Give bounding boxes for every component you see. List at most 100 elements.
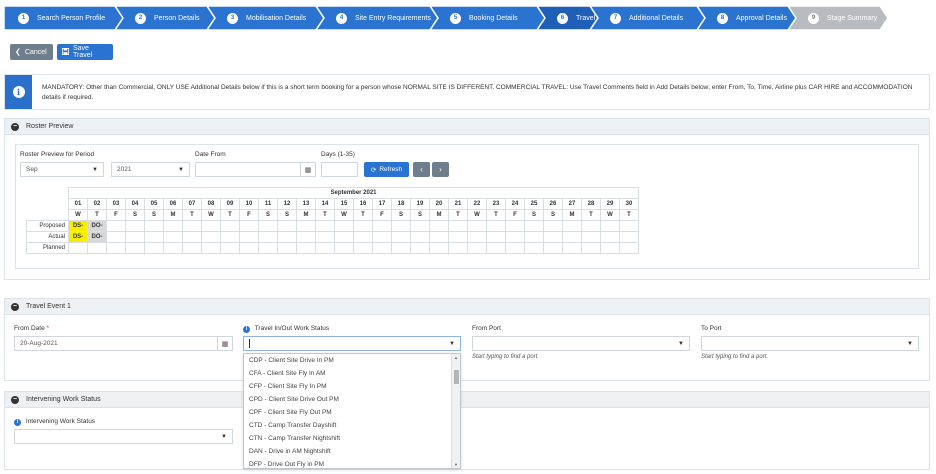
work-status-dropdown[interactable]: CDP - Client Site Drive In PM CFA - Clien… [243, 353, 461, 469]
grid-date: 19 [410, 198, 430, 210]
grid-cell [163, 231, 183, 243]
grid-date: 17 [372, 198, 392, 210]
roster-preview-header[interactable]: − Roster Preview [4, 118, 930, 135]
grid-cell [524, 220, 544, 232]
collapse-icon[interactable]: − [11, 122, 19, 131]
grid-cell [448, 231, 468, 243]
grid-cell [125, 220, 145, 232]
grid-date: 12 [277, 198, 297, 210]
next-period-button[interactable]: › [432, 162, 449, 177]
grid-cell [600, 220, 620, 232]
grid-cell [562, 220, 582, 232]
date-from-input[interactable]: ▦ [195, 162, 316, 177]
dropdown-scrollbar[interactable]: ▲ ▼ [451, 354, 460, 468]
grid-date: 02 [87, 198, 107, 210]
grid-row-label: Proposed [26, 220, 69, 232]
step-number: 2 [135, 12, 146, 24]
grid-cell [87, 242, 107, 254]
dropdown-option[interactable]: CTD - Camp Transfer Dayshift [244, 419, 460, 432]
step-travel[interactable]: 6 Travel [543, 6, 595, 30]
collapse-icon[interactable]: − [11, 395, 19, 404]
from-port-select[interactable]: ▼ [472, 336, 690, 351]
previous-period-button[interactable]: ‹ [413, 162, 430, 177]
step-label: Mobilisation Details [246, 14, 307, 22]
step-approval-details[interactable]: 8 Approval Details [703, 6, 787, 30]
travel-event-header[interactable]: − Travel Event 1 [4, 298, 930, 315]
grid-weekday: T [87, 209, 107, 221]
scroll-up-icon[interactable]: ▲ [454, 355, 458, 360]
grid-cell [106, 231, 126, 243]
grid-cell [543, 242, 563, 254]
save-travel-button[interactable]: Save Travel [57, 44, 113, 60]
save-travel-label: Save Travel [73, 45, 93, 59]
grid-cell [201, 220, 221, 232]
step-number: 3 [227, 12, 238, 24]
cancel-button[interactable]: ❮ Cancel [10, 44, 53, 60]
step-number: 8 [717, 12, 728, 24]
dropdown-option[interactable]: CPF - Client Site Fly Out PM [244, 406, 460, 419]
grid-date: 20 [429, 198, 449, 210]
step-additional-details[interactable]: 7 Additional Details [596, 6, 683, 30]
from-date-input[interactable]: 20-Aug-2021 ▦ [14, 336, 233, 351]
year-select[interactable]: 2021 ▼ [111, 162, 190, 177]
calendar-icon[interactable]: ▦ [300, 163, 315, 176]
days-input[interactable] [321, 162, 358, 177]
step-site-entry-requirements[interactable]: 4 Site Entry Requirements [322, 6, 431, 30]
dropdown-option[interactable]: DFP - Drive Out Fly in PM [244, 458, 460, 471]
dropdown-option[interactable]: CTN - Camp Transfer Nightshift [244, 432, 460, 445]
caret-down-icon: ▼ [92, 167, 98, 173]
from-date-value: 20-Aug-2021 [20, 340, 58, 347]
step-label: Additional Details [629, 14, 684, 22]
grid-cell [410, 242, 430, 254]
text-cursor [249, 339, 250, 348]
chevron-right-icon: › [439, 165, 442, 174]
work-status-select[interactable]: ▼ [243, 336, 461, 351]
grid-cell [372, 242, 392, 254]
grid-date: 03 [106, 198, 126, 210]
scroll-down-icon[interactable]: ▼ [454, 462, 458, 467]
grid-weekday: S [543, 209, 563, 221]
grid-corner [27, 199, 69, 210]
collapse-icon[interactable]: − [11, 302, 19, 311]
dropdown-option[interactable]: CDP - Client Site Drive In PM [244, 354, 460, 367]
step-mobilisation-details[interactable]: 3 Mobilisation Details [213, 6, 306, 30]
refresh-button[interactable]: ⟳ Refresh [364, 162, 409, 177]
step-label: Booking Details [469, 14, 518, 22]
grid-cell [182, 231, 202, 243]
step-number: 7 [610, 12, 621, 24]
step-booking-details[interactable]: 5 Booking Details [436, 6, 518, 30]
grid-date: 27 [562, 198, 582, 210]
step-label: Search Person Profile [37, 14, 106, 22]
caret-down-icon: ▼ [221, 434, 227, 440]
wizard-stepper: 1 Search Person Profile 2 Person Details 3 Mo… [4, 6, 934, 30]
step-person-details[interactable]: 2 Person Details [121, 6, 200, 30]
grid-cell [296, 220, 316, 232]
dropdown-option[interactable]: CPD - Client Site Drive Out PM [244, 393, 460, 406]
intervening-field-label: i Intervening Work Status [14, 418, 95, 426]
step-search-person-profile[interactable]: 1 Search Person Profile [4, 6, 105, 30]
grid-dates-row: 01 02 03 04 05 06 07 08 09 10 11 12 13 14 15 16 17 18 19 20… [27, 198, 639, 210]
month-select[interactable]: Sep ▼ [20, 162, 104, 177]
grid-cell [353, 242, 373, 254]
step-stage-summary[interactable]: 9 Stage Summary [794, 6, 877, 30]
dropdown-option[interactable]: CFP - Client Site Fly In PM [244, 380, 460, 393]
grid-cell [581, 242, 601, 254]
dropdown-option[interactable]: DAN - Drive in AM Nightshift [244, 445, 460, 458]
scrollbar-thumb[interactable] [454, 370, 459, 384]
intervening-status-select[interactable]: ▼ [14, 429, 233, 444]
intervening-field-label-text: Intervening Work Status [25, 418, 96, 425]
to-port-select[interactable]: ▼ [701, 336, 919, 351]
grid-cell [581, 220, 601, 232]
grid-cell [505, 231, 525, 243]
year-value: 2021 [117, 166, 132, 173]
intervening-status-header[interactable]: − Intervening Work Status [4, 391, 930, 408]
grid-cell [258, 231, 278, 243]
grid-weekday: W [201, 209, 221, 221]
roster-grid: September 2021 01 02 03 04 05 06 07 08 09 10 11 12 13… [26, 187, 639, 254]
period-label: Roster Preview for Period [20, 151, 95, 158]
refresh-icon: ⟳ [370, 166, 377, 174]
grid-date: 30 [619, 198, 639, 210]
dropdown-option[interactable]: CFA - Client Site Fly In AM [244, 367, 460, 380]
calendar-icon[interactable]: ▦ [217, 337, 232, 350]
grid-cell [486, 220, 506, 232]
